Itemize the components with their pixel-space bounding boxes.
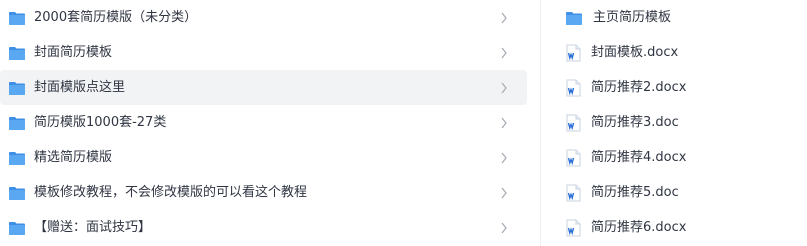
folder-icon: [9, 11, 25, 25]
folder-row[interactable]: 精选简历模版: [0, 140, 527, 175]
word-doc-icon: [566, 149, 581, 166]
file-label: 简历推荐5.doc: [591, 185, 679, 200]
word-doc-icon: [566, 114, 581, 131]
folder-label: 【赠送：面试技巧】: [34, 220, 152, 235]
folder-icon: [9, 221, 25, 235]
chevron-right-icon: [501, 117, 507, 129]
folder-icon: [9, 151, 25, 165]
file-row[interactable]: 简历推荐4.docx: [541, 140, 807, 175]
folder-label: 封面简历模板: [34, 45, 113, 60]
word-doc-icon: [566, 79, 581, 96]
folder-icon: [9, 186, 25, 200]
folder-contents-list: 主页简历模板 封面模板.docx 简历推荐2.docx 简历推荐3.doc 简历…: [541, 0, 807, 246]
chevron-right-icon: [501, 152, 507, 164]
file-label: 简历推荐6.docx: [591, 220, 687, 235]
folder-row[interactable]: 封面简历模板: [0, 35, 527, 70]
folder-row[interactable]: 简历模版1000套-27类: [0, 105, 527, 140]
file-label: 封面模板.docx: [591, 45, 679, 60]
file-browser: 2000套简历模版（未分类） 封面简历模板 封面模版点这里 简历模版1000套-…: [0, 0, 807, 246]
file-label: 简历推荐2.docx: [591, 80, 687, 95]
file-row[interactable]: 简历推荐3.doc: [541, 105, 807, 140]
folder-row-active[interactable]: 封面模版点这里: [0, 70, 527, 105]
folder-label: 简历模版1000套-27类: [34, 115, 167, 130]
folder-list: 2000套简历模版（未分类） 封面简历模板 封面模版点这里 简历模版1000套-…: [0, 0, 527, 246]
folder-row[interactable]: 模板修改教程，不会修改模版的可以看这个教程: [0, 175, 527, 210]
folder-label: 主页简历模板: [593, 10, 672, 25]
folder-label: 精选简历模版: [34, 150, 113, 165]
folder-icon: [9, 81, 25, 95]
folder-icon: [566, 11, 582, 25]
folder-label: 2000套简历模版（未分类）: [34, 10, 198, 25]
chevron-right-icon: [501, 12, 507, 24]
file-label: 简历推荐3.doc: [591, 115, 679, 130]
file-row[interactable]: 封面模板.docx: [541, 35, 807, 70]
folder-row[interactable]: 主页简历模板: [541, 0, 807, 35]
chevron-right-icon: [501, 222, 507, 234]
folder-icon: [9, 116, 25, 130]
word-doc-icon: [566, 219, 581, 236]
folder-icon: [9, 46, 25, 60]
file-label: 简历推荐4.docx: [591, 150, 687, 165]
folder-label: 模板修改教程，不会修改模版的可以看这个教程: [34, 185, 308, 200]
chevron-right-icon: [501, 47, 507, 59]
file-row[interactable]: 简历推荐2.docx: [541, 70, 807, 105]
chevron-right-icon: [501, 187, 507, 199]
folder-row[interactable]: 【赠送：面试技巧】: [0, 210, 527, 245]
word-doc-icon: [566, 184, 581, 201]
folder-label: 封面模版点这里: [34, 80, 126, 95]
file-row[interactable]: 简历推荐6.docx: [541, 210, 807, 245]
word-doc-icon: [566, 44, 581, 61]
folder-row[interactable]: 2000套简历模版（未分类）: [0, 0, 527, 35]
chevron-right-icon: [501, 82, 507, 94]
file-row[interactable]: 简历推荐5.doc: [541, 175, 807, 210]
